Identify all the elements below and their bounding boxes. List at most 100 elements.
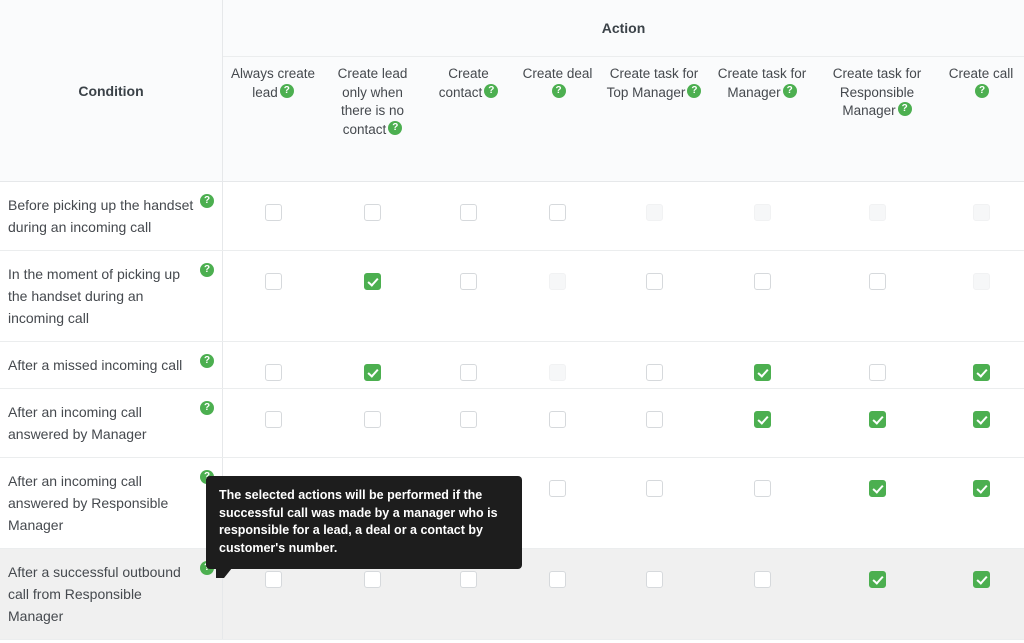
action-cell [938,411,1024,428]
action-checkbox[interactable] [753,273,771,290]
help-circle-icon[interactable]: ? [551,83,566,98]
action-checkbox[interactable] [364,273,381,290]
action-checkbox[interactable] [753,571,771,588]
action-checkbox[interactable] [364,411,381,428]
action-cell [422,571,515,588]
action-checkbox[interactable] [753,411,771,428]
action-checkbox[interactable] [972,571,990,588]
help-circle-icon[interactable]: ? [782,83,797,98]
help-circle-icon[interactable]: ? [200,401,214,415]
action-checkbox[interactable] [264,204,282,221]
action-checkbox[interactable] [868,571,886,588]
action-checkbox[interactable] [460,204,477,221]
action-checkbox[interactable] [460,411,477,428]
action-cell [422,204,515,221]
condition-label: Before picking up the handset during an … [8,197,194,235]
action-cell [223,411,323,428]
action-checkbox[interactable] [549,204,566,221]
action-cells [223,342,1024,388]
action-column-label: Create contact [438,66,489,100]
action-cell [938,273,1024,290]
action-cell [323,571,422,588]
action-checkbox[interactable] [645,411,663,428]
action-cell [816,571,938,588]
table-row: In the moment of picking up the handset … [0,251,1024,342]
action-checkbox[interactable] [753,364,771,381]
table-header: Condition Action Always create lead? Crea… [0,0,1024,182]
action-checkbox[interactable] [460,364,477,381]
action-checkbox[interactable] [645,364,663,381]
condition-cell: After an incoming call answered by Respo… [0,458,223,548]
action-cell [816,204,938,221]
action-checkbox[interactable] [364,364,381,381]
action-checkbox[interactable] [264,411,282,428]
help-circle-icon[interactable]: ? [200,263,214,277]
action-checkbox[interactable] [753,480,771,497]
action-checkbox[interactable] [264,273,282,290]
action-cell [816,480,938,497]
action-cell [422,364,515,381]
help-circle-icon[interactable]: ? [897,102,912,116]
action-checkbox[interactable] [264,571,282,588]
action-column-label: Create call [948,66,1014,81]
action-checkbox[interactable] [972,480,990,497]
condition-cell: After a successful outbound call from Re… [0,549,223,639]
action-checkbox[interactable] [972,411,990,428]
action-checkbox[interactable] [645,571,663,588]
action-checkbox[interactable] [868,364,886,381]
action-cell [708,411,816,428]
action-checkbox[interactable] [264,364,282,381]
action-cell [938,571,1024,588]
help-circle-icon[interactable]: ? [975,83,989,98]
action-checkbox[interactable] [645,273,663,290]
action-cell [515,411,600,428]
action-checkbox[interactable] [868,480,886,497]
action-checkbox[interactable] [460,571,477,588]
action-cell [323,411,422,428]
action-cell [938,204,1024,221]
action-column-header-0: Always create lead? [223,57,323,181]
action-column-headers: Always create lead? Create lead only when… [223,57,1024,181]
action-header-label: Action [601,20,646,36]
help-circle-icon[interactable]: ? [200,194,214,208]
action-cells [223,389,1024,457]
action-checkbox[interactable] [972,364,990,381]
action-cell [708,364,816,381]
condition-cell: In the moment of picking up the handset … [0,251,223,341]
action-cell [600,571,708,588]
action-checkbox[interactable] [364,571,381,588]
action-checkbox[interactable] [460,273,477,290]
help-circle-icon[interactable]: ? [200,354,214,368]
action-column-header-4: Create task for Top Manager? [600,57,708,181]
action-checkbox [753,204,771,221]
condition-label: After an incoming call answered by Manag… [8,404,147,442]
help-circle-icon[interactable]: ? [388,120,403,135]
action-cell [938,364,1024,381]
action-column-header-5: Create task for Manager? [708,57,816,181]
action-checkbox [645,204,663,221]
table-row: After an incoming call answered by Manag… [0,389,1024,458]
help-circle-icon[interactable]: ? [687,83,702,98]
action-checkbox[interactable] [549,411,566,428]
action-checkbox[interactable] [549,571,566,588]
action-checkbox[interactable] [868,411,886,428]
action-checkbox [549,273,566,290]
action-checkbox[interactable] [364,204,381,221]
action-checkbox[interactable] [549,480,566,497]
action-cell [708,204,816,221]
action-checkbox [549,364,566,381]
condition-label: After a successful outbound call from Re… [8,564,181,624]
action-checkbox[interactable] [645,480,663,497]
help-circle-icon[interactable]: ? [279,83,294,98]
action-column-label: Create deal [522,66,593,81]
action-cell [323,273,422,290]
action-checkbox[interactable] [868,273,886,290]
action-cell [708,571,816,588]
action-cell [223,571,323,588]
help-circle-icon[interactable]: ? [484,83,499,98]
action-cell [422,273,515,290]
action-cell [600,411,708,428]
action-column-header-7: Create call? [938,57,1024,181]
action-cell [323,204,422,221]
action-cell [600,480,708,497]
